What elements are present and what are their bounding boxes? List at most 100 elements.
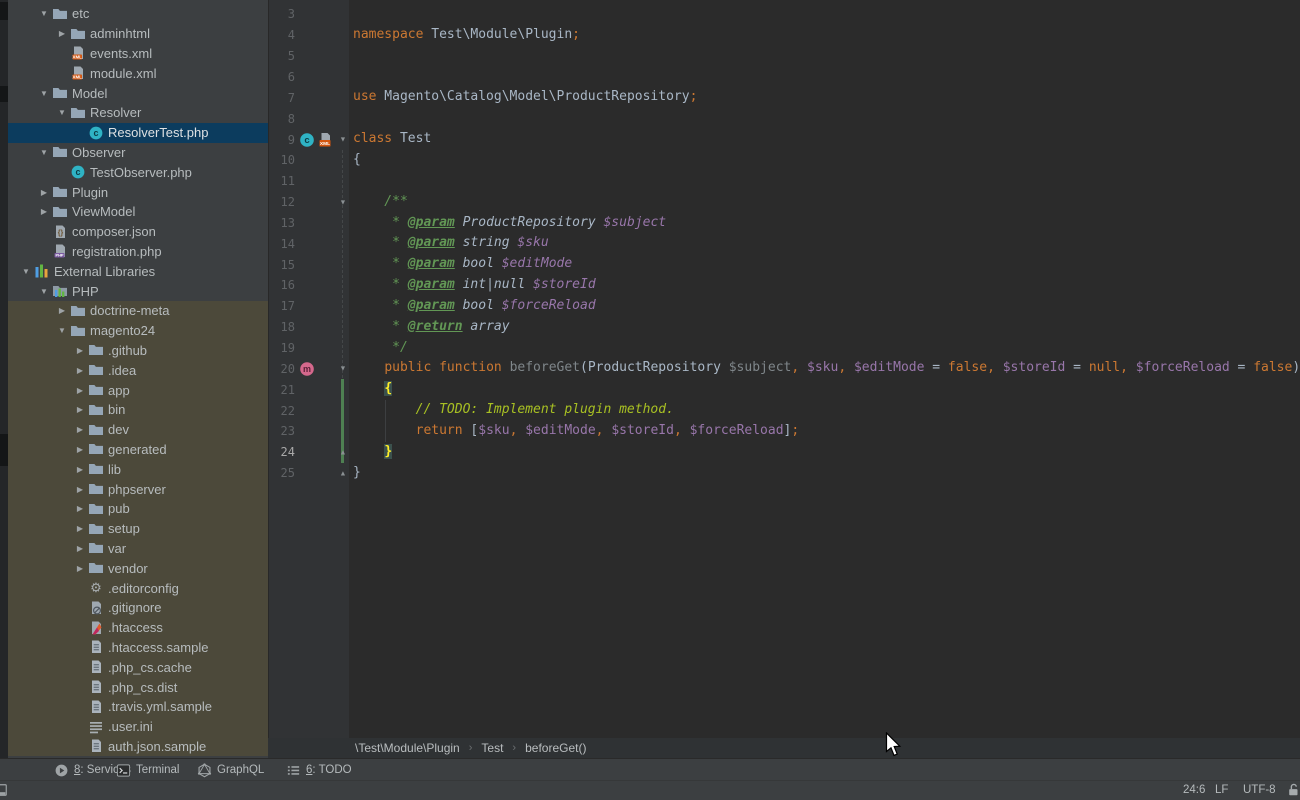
tree-item--travis-yml-sample[interactable]: .travis.yml.sample — [8, 697, 268, 717]
tree-item-resolvertest-php[interactable]: cResolverTest.php — [8, 123, 268, 143]
tree-item--gitignore[interactable]: .gitignore — [8, 598, 268, 618]
code-line-19[interactable]: */ — [353, 338, 408, 359]
fold-marker-icon[interactable]: ▲ — [338, 470, 348, 477]
tree-item--user-ini[interactable]: .user.ini — [8, 717, 268, 737]
code-line-15[interactable]: * @param bool $editMode — [353, 254, 572, 275]
tree-item-magento24[interactable]: ▼magento24 — [8, 321, 268, 341]
tree-item-dev[interactable]: ▶dev — [8, 420, 268, 440]
tree-item-adminhtml[interactable]: ▶adminhtml — [8, 24, 268, 44]
code-line-24[interactable]: } — [353, 442, 392, 463]
tree-item--editorconfig[interactable]: ⚙.editorconfig — [8, 578, 268, 598]
fold-marker-icon[interactable]: ▼ — [338, 136, 348, 143]
code-line-12[interactable]: /** — [353, 192, 408, 213]
toolwindow-button-graphql[interactable]: GraphQL — [197, 759, 264, 781]
code-line-16[interactable]: * @param int|null $storeId — [353, 275, 596, 296]
code-line-14[interactable]: * @param string $sku — [353, 233, 549, 254]
code-line-9[interactable]: class Test — [353, 129, 431, 150]
code-line-10[interactable]: { — [353, 150, 361, 171]
lock-icon[interactable] — [1287, 783, 1300, 797]
expand-arrow-icon[interactable]: ▶ — [72, 465, 88, 474]
expand-arrow-icon[interactable]: ▶ — [72, 504, 88, 513]
expand-arrow-icon[interactable]: ▶ — [54, 306, 70, 315]
expand-arrow-icon[interactable]: ▶ — [72, 564, 88, 573]
tree-item--php-cs-cache[interactable]: .php_cs.cache — [8, 657, 268, 677]
breadcrumb-item[interactable]: \Test\Module\Plugin — [355, 741, 460, 755]
tree-item-vendor[interactable]: ▶vendor — [8, 558, 268, 578]
tree-item-pub[interactable]: ▶pub — [8, 499, 268, 519]
tree-item--htaccess-sample[interactable]: .htaccess.sample — [8, 638, 268, 658]
tree-item--php-cs-dist[interactable]: .php_cs.dist — [8, 677, 268, 697]
tree-item-setup[interactable]: ▶setup — [8, 519, 268, 539]
tree-item-composer-json[interactable]: {}composer.json — [8, 222, 268, 242]
collapse-arrow-icon[interactable]: ▼ — [54, 108, 70, 117]
expand-arrow-icon[interactable]: ▶ — [72, 366, 88, 375]
tree-item-module-xml[interactable]: XMLmodule.xml — [8, 63, 268, 83]
code-editor[interactable]: 3456789cXML▼101112▼1314151617181920m▼212… — [268, 0, 1300, 738]
tree-item-phpserver[interactable]: ▶phpserver — [8, 479, 268, 499]
code-line-17[interactable]: * @param bool $forceReload — [353, 296, 596, 317]
tree-item-model[interactable]: ▼Model — [8, 83, 268, 103]
toolwindow-button-terminal[interactable]: Terminal — [116, 759, 179, 781]
tree-item-observer[interactable]: ▼Observer — [8, 143, 268, 163]
breadcrumb-item[interactable]: beforeGet() — [525, 741, 586, 755]
code-line-22[interactable]: // TODO: Implement plugin method. — [353, 400, 674, 421]
tree-item--idea[interactable]: ▶.idea — [8, 360, 268, 380]
tree-item--htaccess[interactable]: .htaccess — [8, 618, 268, 638]
expand-arrow-icon[interactable]: ▶ — [72, 524, 88, 533]
tree-item-events-xml[interactable]: XMLevents.xml — [8, 44, 268, 64]
caret-position[interactable]: 24:6 — [1183, 784, 1205, 796]
tree-item-bin[interactable]: ▶bin — [8, 400, 268, 420]
tree-item-etc[interactable]: ▼etc — [8, 4, 268, 24]
file-encoding[interactable]: UTF-8 — [1243, 784, 1276, 796]
fold-marker-icon[interactable]: ▲ — [338, 449, 348, 456]
tree-item-php[interactable]: ▼PHP — [8, 281, 268, 301]
collapse-arrow-icon[interactable]: ▼ — [18, 267, 34, 276]
tree-item-auth-json-sample[interactable]: auth.json.sample — [8, 737, 268, 757]
fold-marker-icon[interactable]: ▼ — [338, 198, 348, 205]
code-line-21[interactable]: { — [353, 379, 392, 400]
expand-arrow-icon[interactable]: ▶ — [72, 425, 88, 434]
gutter-icons[interactable]: m — [299, 361, 315, 377]
code-line-7[interactable]: use Magento\Catalog\Model\ProductReposit… — [353, 87, 697, 108]
line-separator[interactable]: LF — [1215, 784, 1228, 796]
code-area[interactable]: namespace Test\Module\Plugin; use Magento… — [349, 0, 1300, 738]
tree-item-plugin[interactable]: ▶Plugin — [8, 182, 268, 202]
expand-arrow-icon[interactable]: ▶ — [72, 405, 88, 414]
expand-arrow-icon[interactable]: ▶ — [72, 346, 88, 355]
stripe-toggle-icon[interactable] — [0, 783, 8, 797]
expand-arrow-icon[interactable]: ▶ — [72, 386, 88, 395]
code-line-25[interactable]: } — [353, 463, 361, 484]
tree-item-registration-php[interactable]: PHPregistration.php — [8, 242, 268, 262]
project-tree[interactable]: ▼etc▶adminhtmlXMLevents.xmlXMLmodule.xml… — [8, 0, 268, 758]
expand-arrow-icon[interactable]: ▶ — [54, 29, 70, 38]
code-line-18[interactable]: * @return array — [353, 317, 510, 338]
tree-item-lib[interactable]: ▶lib — [8, 459, 268, 479]
breadcrumb-item[interactable]: Test — [481, 741, 503, 755]
expand-arrow-icon[interactable]: ▶ — [36, 188, 52, 197]
collapse-arrow-icon[interactable]: ▼ — [54, 326, 70, 335]
expand-arrow-icon[interactable]: ▶ — [36, 207, 52, 216]
code-line-23[interactable]: return [$sku, $editMode, $storeId, $forc… — [353, 421, 799, 442]
collapse-arrow-icon[interactable]: ▼ — [36, 287, 52, 296]
tree-item-testobserver-php[interactable]: cTestObserver.php — [8, 162, 268, 182]
collapse-arrow-icon[interactable]: ▼ — [36, 89, 52, 98]
expand-arrow-icon[interactable]: ▶ — [72, 485, 88, 494]
tree-item-resolver[interactable]: ▼Resolver — [8, 103, 268, 123]
toolwindow-button-todo[interactable]: 6: TODO — [286, 759, 352, 781]
tree-item--github[interactable]: ▶.github — [8, 341, 268, 361]
tree-item-viewmodel[interactable]: ▶ViewModel — [8, 202, 268, 222]
code-line-4[interactable]: namespace Test\Module\Plugin; — [353, 25, 580, 46]
collapse-arrow-icon[interactable]: ▼ — [36, 9, 52, 18]
collapse-arrow-icon[interactable]: ▼ — [36, 148, 52, 157]
tree-item-doctrine-meta[interactable]: ▶doctrine-meta — [8, 301, 268, 321]
tree-item-generated[interactable]: ▶generated — [8, 440, 268, 460]
expand-arrow-icon[interactable]: ▶ — [72, 544, 88, 553]
code-line-20[interactable]: public function beforeGet(ProductReposit… — [353, 358, 1300, 379]
expand-arrow-icon[interactable]: ▶ — [72, 445, 88, 454]
gutter-icons[interactable]: cXML — [299, 132, 333, 148]
tree-item-app[interactable]: ▶app — [8, 380, 268, 400]
fold-marker-icon[interactable]: ▼ — [338, 365, 348, 372]
tree-item-var[interactable]: ▶var — [8, 539, 268, 559]
tree-item-external-libraries[interactable]: ▼External Libraries — [8, 261, 268, 281]
code-line-13[interactable]: * @param ProductRepository $subject — [353, 213, 666, 234]
